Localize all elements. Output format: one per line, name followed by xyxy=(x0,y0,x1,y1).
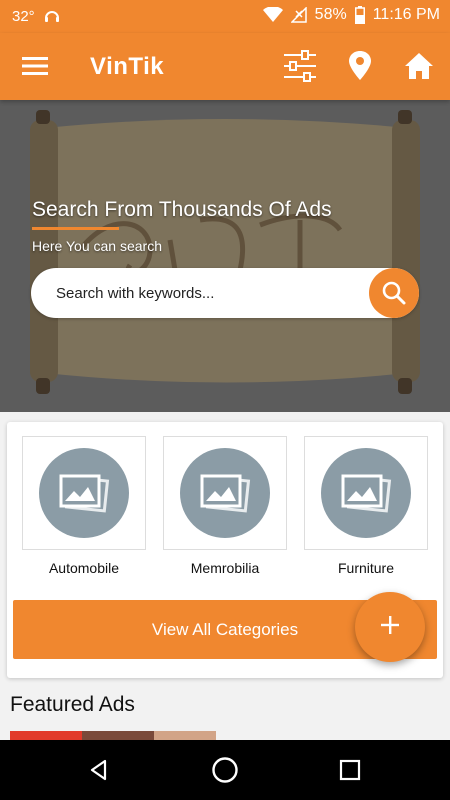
image-placeholder-icon xyxy=(321,448,411,538)
back-icon[interactable] xyxy=(84,755,114,785)
scroll-background-image xyxy=(0,100,450,412)
app-title: VinTik xyxy=(90,53,165,80)
app-bar: VinTik xyxy=(0,33,450,100)
battery-icon xyxy=(354,6,365,24)
temperature: 32° xyxy=(12,7,35,25)
search-input[interactable] xyxy=(31,268,371,318)
home-nav-icon[interactable] xyxy=(210,755,240,785)
search-bar xyxy=(31,268,419,318)
search-icon[interactable] xyxy=(369,268,419,318)
wifi-icon xyxy=(262,7,283,23)
heading-underline xyxy=(32,227,119,230)
category-label: Memrobilia xyxy=(190,560,260,576)
battery-percent: 58% xyxy=(314,6,347,23)
clock: 11:16 PM xyxy=(372,6,440,23)
category-thumbnail xyxy=(22,436,146,550)
featured-ad-thumbnail[interactable] xyxy=(10,731,216,740)
navigation-bar xyxy=(0,740,450,800)
category-thumbnail xyxy=(163,436,287,550)
cell-signal-icon xyxy=(290,7,307,23)
headset-notification-icon xyxy=(43,7,61,25)
hero-heading: Search From Thousands Of Ads xyxy=(32,198,332,221)
recents-icon[interactable] xyxy=(335,755,365,785)
hero-banner: Search From Thousands Of Ads Here You ca… xyxy=(0,100,450,412)
featured-ads-heading: Featured Ads xyxy=(10,693,135,716)
status-bar: 32° 58% 11:16 PM xyxy=(0,0,450,33)
menu-icon[interactable] xyxy=(18,51,52,81)
category-thumbnail xyxy=(304,436,428,550)
location-pin-icon[interactable] xyxy=(346,49,374,83)
category-label: Automobile xyxy=(48,560,120,576)
hero-subheading: Here You can search xyxy=(32,238,162,254)
category-item-automobile[interactable]: Automobile xyxy=(22,436,146,576)
category-item-furniture[interactable]: Furniture xyxy=(304,436,428,576)
category-item-memrobilia[interactable]: Memrobilia xyxy=(163,436,287,576)
image-placeholder-icon xyxy=(180,448,270,538)
add-ad-button[interactable] xyxy=(355,592,425,662)
category-label: Furniture xyxy=(337,560,395,576)
plus-icon xyxy=(379,614,401,641)
image-placeholder-icon xyxy=(39,448,129,538)
home-icon[interactable] xyxy=(402,50,436,82)
filter-icon[interactable] xyxy=(282,50,318,82)
